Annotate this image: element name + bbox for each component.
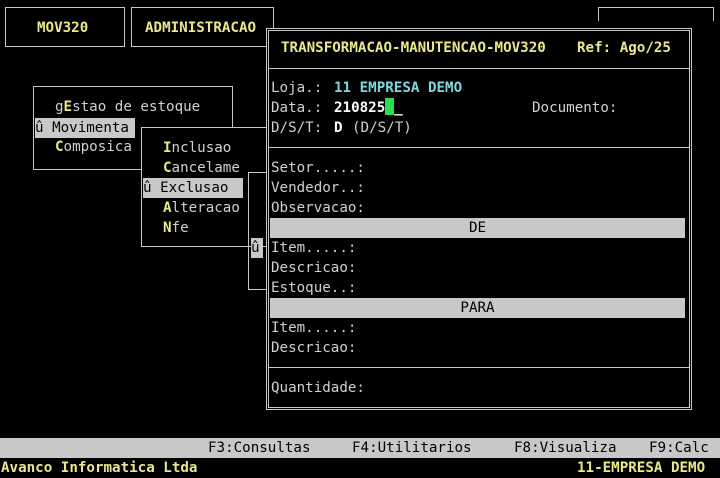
f4-utilitarios[interactable]: F4:Utilitarios <box>352 438 472 458</box>
estoque-label: Estoque..: <box>271 280 357 296</box>
top-menu-administracao[interactable]: ADMINISTRACAO <box>145 18 256 38</box>
menu3-selected-item[interactable]: û <box>251 238 263 258</box>
setor-label[interactable]: Setor.....: <box>271 158 365 178</box>
menu2-item-inclusao[interactable]: Inclusao <box>163 138 231 158</box>
menu2-item-alteracao-hotkey: A <box>163 200 172 216</box>
top-menu-mov320[interactable]: MOV320 <box>37 18 88 38</box>
f3-consultas[interactable]: F3:Consultas <box>208 438 311 458</box>
menu2-item-cancelame-hotkey: C <box>163 160 172 176</box>
descricao-de-label: Descricao: <box>271 260 357 276</box>
menu2-item-nfe-label: fe <box>171 220 189 236</box>
menu2-item-exclusao-label: Exclusao <box>160 180 229 196</box>
loja-label: Loja.: <box>271 80 323 96</box>
data-label: Data.: <box>271 100 323 116</box>
menu2-item-alteracao-label: lteracao <box>171 200 240 216</box>
dst-field[interactable]: D <box>334 118 343 138</box>
menu1-item-gestao-hotkey: E <box>63 99 73 115</box>
menu2-item-cancelame-label: ancelame <box>171 160 240 176</box>
vendedor-label[interactable]: Vendedor..: <box>271 178 365 198</box>
menu1-item-composica[interactable]: Composica <box>55 137 132 157</box>
top-menu-box-right <box>598 7 714 21</box>
menu2-item-inclusao-label: nclusao <box>171 140 232 156</box>
menu1-item-movimenta-marker: û <box>35 120 53 136</box>
menu2-item-nfe[interactable]: Nfe <box>163 218 189 238</box>
loja-value: 11 EMPRESA DEMO <box>334 80 463 96</box>
f8-visualiza[interactable]: F8:Visualiza <box>514 438 617 458</box>
observacao-label[interactable]: Observacao: <box>271 198 365 218</box>
descricao-para-label: Descricao: <box>271 340 357 356</box>
form-divider-3 <box>269 367 689 368</box>
f9-calc[interactable]: F9:Calc <box>649 438 709 458</box>
para-section-header: PARA <box>270 298 685 318</box>
quantidade-label[interactable]: Quantidade: <box>271 378 365 398</box>
form-divider-2 <box>269 147 689 148</box>
status-company-left: Avanco Informatica Ltda <box>1 460 198 476</box>
documento-label: Documento: <box>532 100 618 116</box>
menu1-item-movimenta-label: Movimenta <box>52 120 129 136</box>
menu1-item-gestao-label: stao de estoque <box>72 99 201 115</box>
menu2-item-cancelame[interactable]: Cancelame <box>163 158 240 178</box>
menu2-item-nfe-hotkey: N <box>163 220 172 236</box>
menu2-item-exclusao[interactable]: û Exclusao <box>143 178 243 198</box>
menu1-item-gestao[interactable]: gEstao de estoque <box>55 97 200 117</box>
dst-hint: (D/S/T) <box>352 120 412 136</box>
item-de-label[interactable]: Item.....: <box>271 238 356 258</box>
data-field[interactable]: 210825 _ <box>334 98 403 118</box>
status-company-right: 11-EMPRESA DEMO <box>577 460 706 476</box>
function-key-bar: F3:Consultas F4:Utilitarios F8:Visualiza… <box>0 438 720 458</box>
menu1-item-movimenta[interactable]: û Movimenta <box>35 118 135 138</box>
menu1-item-gestao-prefix: g <box>55 99 64 115</box>
menu2-item-alteracao[interactable]: Alteracao <box>163 198 240 218</box>
form-ref: Ref: Ago/25 <box>577 40 671 56</box>
menu2-item-exclusao-marker: û <box>143 180 161 196</box>
form-title: TRANSFORMACAO-MANUTENCAO-MOV320 <box>281 40 546 56</box>
de-section-header: DE <box>270 218 685 238</box>
menu1-item-composica-label: omposica <box>63 139 132 155</box>
item-para-label[interactable]: Item.....: <box>271 318 356 338</box>
dst-label: D/S/T: <box>271 120 323 136</box>
text-cursor <box>385 98 395 115</box>
menu2-item-inclusao-hotkey: I <box>163 140 172 156</box>
menu1-item-composica-hotkey: C <box>55 139 64 155</box>
data-trail: _ <box>394 100 403 116</box>
form-divider-1 <box>269 68 689 69</box>
data-value: 210825 <box>334 100 386 116</box>
